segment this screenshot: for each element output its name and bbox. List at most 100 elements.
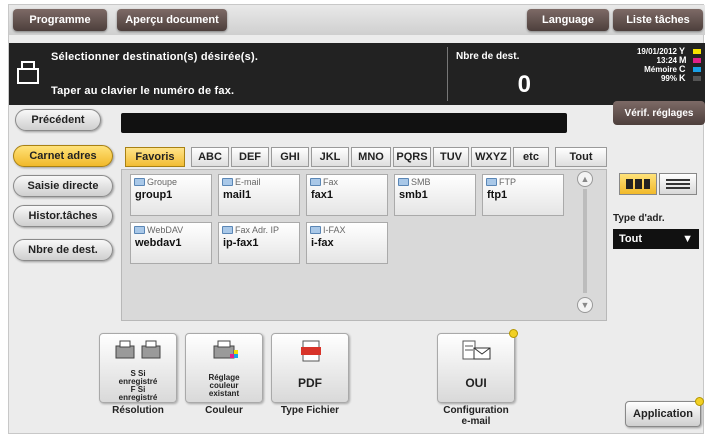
- verif-reglages-button[interactable]: Vérif. réglages: [613, 101, 705, 125]
- config-email-value: OUI: [465, 376, 487, 390]
- toner-y-bar: [693, 49, 701, 54]
- resolution-tile[interactable]: S Si enregistré F Si enregistré: [99, 333, 177, 403]
- date-text: 19/01/2012: [636, 47, 677, 56]
- email-icon: [222, 178, 233, 186]
- destination-name: webdav1: [135, 237, 182, 249]
- destination-name: smb1: [399, 189, 428, 201]
- scroll-down-button[interactable]: ▼: [577, 297, 593, 313]
- toner-m-bar: [693, 58, 701, 63]
- smb-icon: [398, 178, 409, 186]
- destination-item[interactable]: SMB smb1: [394, 174, 476, 216]
- destination-input-field[interactable]: [121, 113, 567, 133]
- time-text: 13:24: [656, 56, 677, 65]
- resolution-line-4: enregistré: [118, 393, 158, 402]
- webdav-icon: [134, 226, 145, 234]
- indicator-dot: [509, 329, 518, 338]
- scroll-up-button[interactable]: ▲: [577, 171, 593, 187]
- destination-item[interactable]: E-mail mail1: [218, 174, 300, 216]
- side-carnet-adres[interactable]: Carnet adres: [13, 145, 113, 167]
- tab-abc[interactable]: ABC: [191, 147, 229, 167]
- panel-screen: Programme Aperçu document Language Liste…: [8, 4, 705, 434]
- email-config-icon: [462, 340, 491, 360]
- toner-levels: Y M C K: [679, 47, 687, 83]
- type-adr-value: Tout: [619, 233, 643, 245]
- ip-fax-icon: [222, 226, 233, 234]
- destination-name: i-fax: [311, 237, 334, 249]
- type-adr-label: Type d'adr.: [613, 213, 665, 224]
- application-button[interactable]: Application: [625, 401, 701, 427]
- instruction-line-2: Taper au clavier le numéro de fax.: [51, 85, 235, 97]
- destination-type: E-mail: [235, 177, 261, 187]
- list-view-icon: [666, 179, 690, 189]
- tab-mno[interactable]: MNO: [351, 147, 391, 167]
- destination-type: SMB: [411, 177, 431, 187]
- side-nbre-de-dest[interactable]: Nbre de dest.: [13, 239, 113, 261]
- chevron-up-icon: ▲: [580, 174, 590, 184]
- destination-item[interactable]: I-FAX i-fax: [306, 222, 388, 264]
- tab-ghi[interactable]: GHI: [271, 147, 309, 167]
- tab-jkl[interactable]: JKL: [311, 147, 349, 167]
- destination-list: Groupe group1 E-mail mail1 Fax fax1 SMB …: [121, 169, 607, 321]
- pdf-file-icon: [301, 340, 321, 362]
- tab-tuv[interactable]: TUV: [433, 147, 469, 167]
- toner-k-bar: [693, 76, 701, 81]
- resolution-caption: Résolution: [112, 405, 164, 416]
- side-saisie-directe[interactable]: Saisie directe: [13, 175, 113, 197]
- destination-type: Fax Adr. IP: [235, 225, 280, 235]
- message-header: Sélectionner destination(s) désirée(s). …: [9, 43, 705, 105]
- tab-favoris[interactable]: Favoris: [125, 147, 185, 167]
- config-email-caption: Configuration e-mail: [429, 405, 523, 427]
- tab-pqrs[interactable]: PQRS: [393, 147, 431, 167]
- dropdown-arrow-icon: ▼: [682, 233, 693, 245]
- destination-name: ip-fax1: [223, 237, 259, 249]
- destination-item[interactable]: Fax fax1: [306, 174, 388, 216]
- tab-etc[interactable]: etc: [513, 147, 549, 167]
- type-fichier-value: PDF: [298, 376, 322, 390]
- status-info: 19/01/2012 13:24 Mémoire 99%: [591, 47, 677, 83]
- liste-taches-button[interactable]: Liste tâches: [613, 9, 703, 31]
- toner-letter-k: K: [679, 73, 686, 83]
- grid-view-button[interactable]: [619, 173, 657, 195]
- destination-name: mail1: [223, 189, 252, 201]
- instruction-line-1: Sélectionner destination(s) désirée(s).: [51, 51, 259, 63]
- precedent-button[interactable]: Précédent: [15, 109, 101, 131]
- tab-def[interactable]: DEF: [231, 147, 269, 167]
- couleur-tile[interactable]: Réglage couleur existant: [185, 333, 263, 403]
- destination-type: Fax: [323, 177, 339, 187]
- destination-type: Groupe: [147, 177, 178, 187]
- destination-name: ftp1: [487, 189, 508, 201]
- config-email-caption-2: e-mail: [461, 416, 491, 427]
- type-fichier-caption: Type Fichier: [280, 405, 340, 416]
- destination-item[interactable]: WebDAV webdav1: [130, 222, 212, 264]
- type-adr-select[interactable]: Tout ▼: [613, 229, 699, 249]
- scrollbar-track[interactable]: [583, 189, 587, 293]
- couleur-caption: Couleur: [205, 405, 243, 416]
- tab-wxyz[interactable]: WXYZ: [471, 147, 511, 167]
- color-printer-icon: [213, 340, 238, 359]
- application-indicator-dot: [695, 397, 704, 406]
- fax-icon: [310, 178, 321, 186]
- count-value: 0: [517, 71, 531, 98]
- group-icon: [134, 178, 145, 186]
- list-view-button[interactable]: [659, 173, 697, 195]
- destination-item[interactable]: FTP ftp1: [482, 174, 564, 216]
- config-email-tile[interactable]: OUI: [437, 333, 515, 403]
- chevron-down-icon: ▼: [580, 300, 590, 310]
- top-bar: Programme Aperçu document Language Liste…: [9, 5, 705, 35]
- tab-tout[interactable]: Tout: [555, 147, 607, 167]
- programme-button[interactable]: Programme: [13, 9, 107, 31]
- destination-type: I-FAX: [323, 225, 346, 235]
- destination-type: WebDAV: [147, 225, 184, 235]
- type-fichier-tile[interactable]: PDF: [271, 333, 349, 403]
- destination-name: group1: [135, 189, 173, 201]
- destination-name: fax1: [311, 189, 334, 201]
- memory-value: 99%: [660, 74, 677, 83]
- couleur-line-3: existant: [208, 389, 240, 398]
- destination-item[interactable]: Groupe group1: [130, 174, 212, 216]
- config-email-caption-1: Configuration: [443, 405, 509, 416]
- resolution-icon: [115, 340, 161, 359]
- language-button[interactable]: Language: [527, 9, 609, 31]
- apercu-document-button[interactable]: Aperçu document: [117, 9, 227, 31]
- side-histor-taches[interactable]: Histor.tâches: [13, 205, 113, 227]
- destination-item[interactable]: Fax Adr. IP ip-fax1: [218, 222, 300, 264]
